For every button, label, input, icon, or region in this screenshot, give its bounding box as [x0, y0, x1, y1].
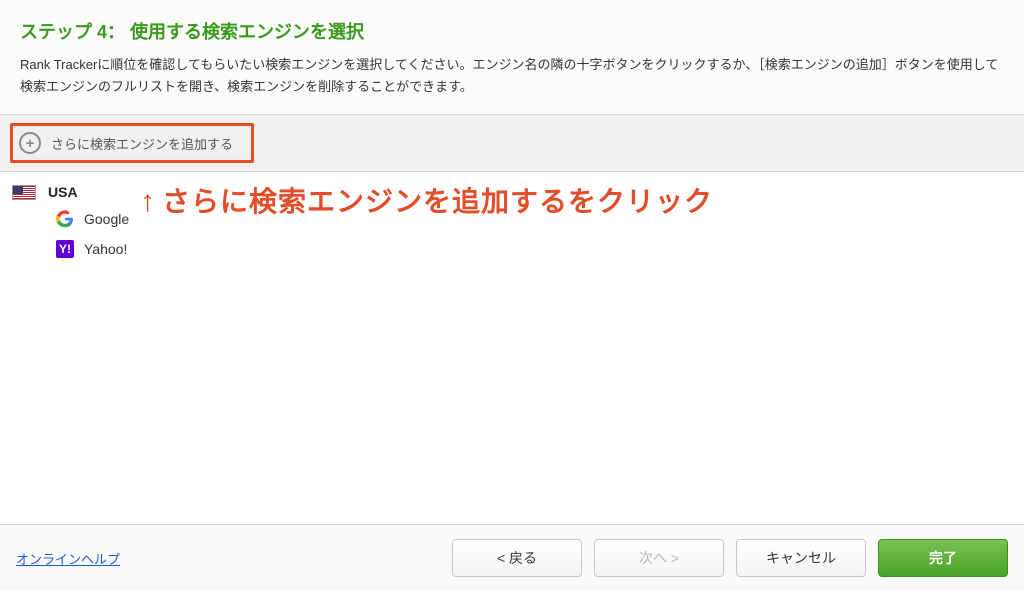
engine-row-google[interactable]: Google	[12, 204, 1012, 234]
flag-usa-icon	[12, 185, 36, 200]
done-button[interactable]: 完了	[878, 539, 1008, 577]
country-row-usa: USA	[12, 182, 1012, 204]
cancel-button[interactable]: キャンセル	[736, 539, 866, 577]
back-button[interactable]: < 戻る	[452, 539, 582, 577]
wizard-header: ステップ 4： 使用する検索エンジンを選択 Rank Trackerに順位を確認…	[0, 0, 1024, 115]
country-name: USA	[48, 184, 78, 200]
yahoo-icon: Y!	[56, 240, 74, 258]
engine-row-yahoo[interactable]: Y! Yahoo!	[12, 234, 1012, 264]
google-icon	[56, 210, 74, 228]
step-description: Rank Trackerに順位を確認してもらいたい検索エンジンを選択してください…	[20, 54, 1004, 98]
add-search-engine-button[interactable]: + さらに検索エンジンを追加する	[13, 126, 251, 160]
plus-circle-icon: +	[19, 132, 41, 154]
step-title: ステップ 4： 使用する検索エンジンを選択	[20, 18, 1004, 44]
engine-name: Google	[84, 211, 129, 227]
add-search-engine-label: さらに検索エンジンを追加する	[51, 134, 233, 153]
online-help-link[interactable]: オンラインヘルプ	[16, 549, 120, 568]
add-engine-bar: + さらに検索エンジンを追加する	[0, 115, 1024, 172]
wizard-footer: オンラインヘルプ < 戻る 次へ > キャンセル 完了	[0, 524, 1024, 591]
annotation-highlight-box: + さらに検索エンジンを追加する	[10, 123, 254, 163]
engine-list: USA Google Y! Yahoo! ↑さらに検索エンジンを追加するをクリッ…	[0, 172, 1024, 524]
engine-name: Yahoo!	[84, 241, 127, 257]
next-button: 次へ >	[594, 539, 724, 577]
